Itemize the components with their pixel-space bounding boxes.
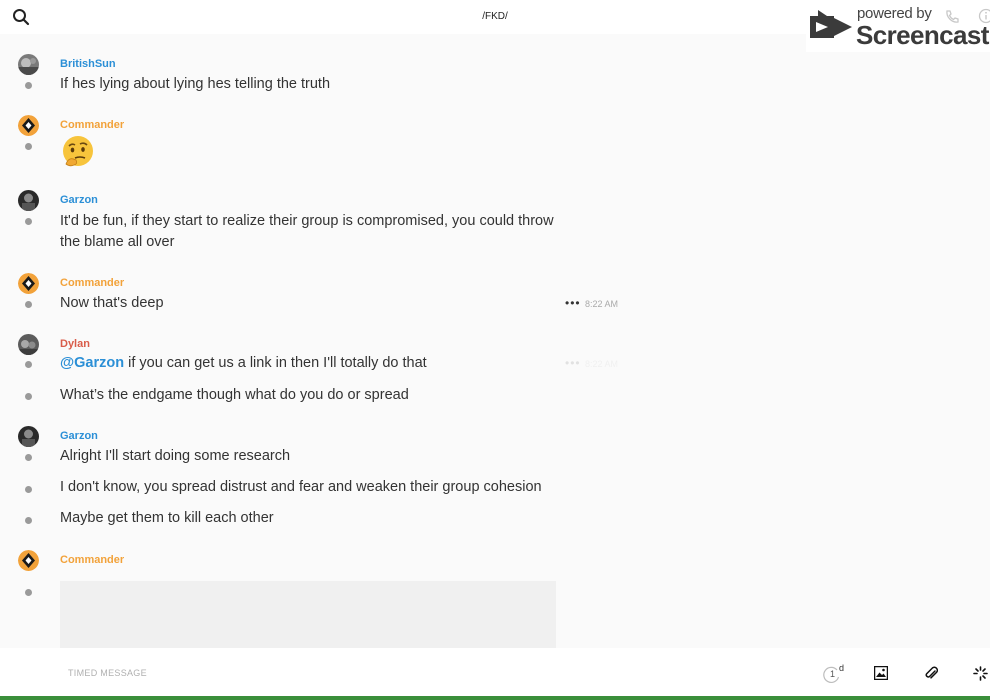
avatar-commander[interactable] xyxy=(18,115,39,136)
message-text: @Garzon if you can get us a link in then… xyxy=(60,353,580,374)
message-bullet xyxy=(25,82,32,89)
message-text: If hes lying about lying hes telling the… xyxy=(60,76,331,92)
more-options-icon[interactable]: ••• xyxy=(565,296,581,310)
message-bullet xyxy=(25,301,32,308)
message-composer: TIMED MESSAGE 1 d xyxy=(0,648,990,700)
user-mention[interactable]: @Garzon xyxy=(60,355,124,371)
message-bullet xyxy=(25,589,32,596)
avatar-commander[interactable] xyxy=(18,550,39,571)
avatar-garzon[interactable] xyxy=(18,190,39,211)
avatar-commander[interactable] xyxy=(18,273,39,294)
message-bullet xyxy=(25,454,32,461)
avatar-britishsun[interactable] xyxy=(18,54,39,75)
thinking-face-emoji-icon xyxy=(63,136,93,167)
avatar-dylan[interactable] xyxy=(18,334,39,355)
message-author[interactable]: Commander xyxy=(60,277,124,289)
message-bullet xyxy=(25,393,32,400)
more-options-icon[interactable]: ••• xyxy=(565,356,581,370)
image-attachment[interactable] xyxy=(60,581,556,648)
timer-unit: d xyxy=(839,663,845,673)
message-bullet xyxy=(25,517,32,524)
image-icon[interactable] xyxy=(874,666,888,680)
message-author[interactable]: BritishSun xyxy=(60,58,116,70)
window-bottom-edge xyxy=(0,696,990,700)
message-bullet xyxy=(25,361,32,368)
message-bullet xyxy=(25,143,32,150)
message-feed: BritishSun If hes lying about lying hes … xyxy=(0,34,990,648)
message-author[interactable]: Commander xyxy=(60,119,124,131)
message-author[interactable]: Garzon xyxy=(60,430,98,442)
message-bullet xyxy=(25,218,32,225)
timer-icon[interactable]: 1 d xyxy=(822,663,846,685)
message-author[interactable]: Garzon xyxy=(60,194,98,206)
phone-icon[interactable] xyxy=(944,9,960,25)
message-bullet xyxy=(25,486,32,493)
attach-icon[interactable] xyxy=(924,665,938,681)
loading-spinner-icon[interactable] xyxy=(973,666,988,681)
message-text: What’s the endgame though what do you do… xyxy=(60,387,409,403)
message-text: It'd be fun, if they start to realize th… xyxy=(60,213,554,250)
message-timestamp: 8:22 AM xyxy=(585,299,619,309)
message-author[interactable]: Commander xyxy=(60,554,124,566)
message-text: Alright I'll start doing some research xyxy=(60,448,291,464)
timer-count: 1 xyxy=(830,669,836,679)
message-text: Maybe get them to kill each other xyxy=(60,510,274,526)
message-timestamp: 8:22 AM xyxy=(585,359,619,369)
message-author[interactable]: Dylan xyxy=(60,338,90,350)
message-text: I don't know, you spread distrust and fe… xyxy=(60,479,542,495)
info-icon[interactable] xyxy=(978,8,990,24)
message-text: Now that's deep xyxy=(60,295,164,311)
message-input[interactable]: TIMED MESSAGE xyxy=(68,668,147,678)
message-text-body: if you can get us a link in then I'll to… xyxy=(124,355,427,371)
avatar-garzon[interactable] xyxy=(18,426,39,447)
